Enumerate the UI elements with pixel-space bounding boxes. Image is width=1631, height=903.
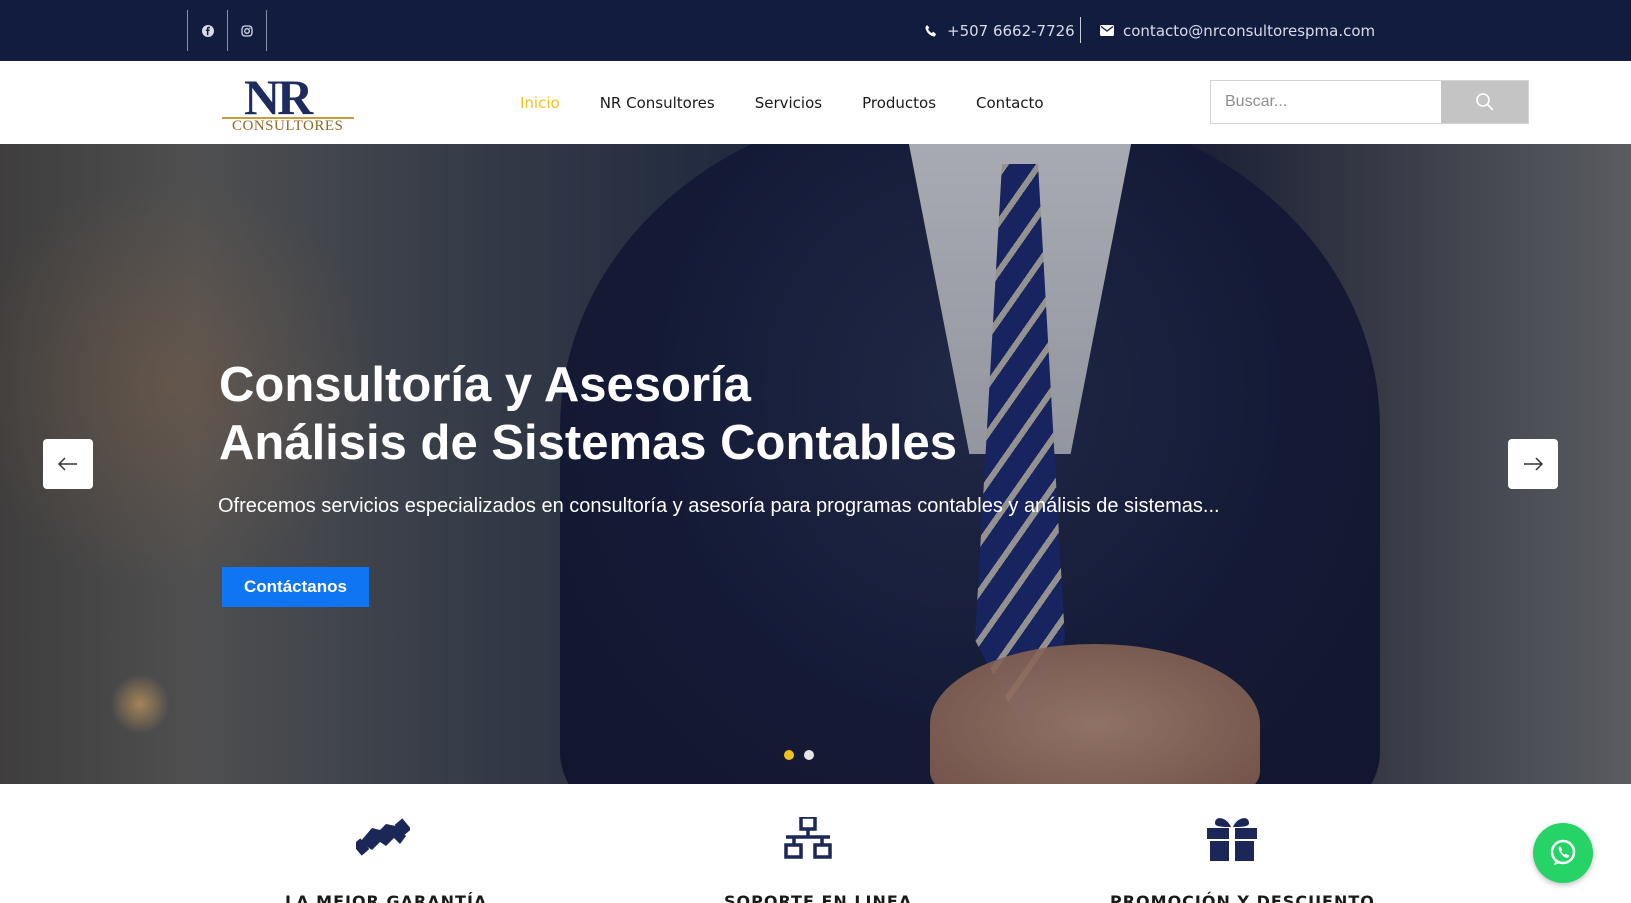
slider-pagination: [784, 750, 824, 760]
slider-next-button[interactable]: [1508, 439, 1558, 489]
facebook-link[interactable]: [187, 10, 227, 51]
network-icon: [778, 812, 838, 864]
search-form: [1210, 80, 1529, 124]
gift-icon: [1202, 812, 1262, 864]
hero-subtitle: Ofrecemos servicios especializados en co…: [218, 495, 1220, 517]
arrow-left-icon: [58, 457, 77, 471]
feature-title-garantia: LA MEJOR GARANTÍA: [285, 892, 488, 903]
handshake-icon: [353, 812, 413, 864]
hero-title: Consultoría y Asesoría Análisis de Siste…: [219, 356, 957, 472]
phone-icon: [924, 24, 938, 38]
envelope-icon: [1100, 25, 1114, 36]
contact-divider: [1080, 17, 1081, 43]
email-contact[interactable]: contacto@nrconsultorespma.com: [1100, 0, 1375, 61]
feature-title-soporte: SOPORTE EN LINEA: [724, 892, 913, 903]
facebook-icon: [201, 24, 214, 37]
logo-main-text: NR: [244, 69, 313, 125]
search-icon: [1475, 93, 1494, 111]
main-nav: Inicio NR Consultores Servicios Producto…: [520, 61, 1084, 144]
nav-item-contacto[interactable]: Contacto: [976, 94, 1044, 112]
slider-dot-2[interactable]: [804, 750, 814, 760]
phone-number: +507 6662-7726: [947, 21, 1075, 40]
whatsapp-button[interactable]: [1533, 823, 1593, 883]
logo[interactable]: NR CONSULTORES: [222, 72, 354, 134]
feature-title-promocion: PROMOCIÓN Y DESCUENTO: [1110, 892, 1375, 903]
search-button[interactable]: [1441, 81, 1528, 123]
contact-button[interactable]: Contáctanos: [222, 567, 369, 607]
top-bar: +507 6662-7726 contacto@nrconsultorespma…: [0, 0, 1631, 61]
email-address: contacto@nrconsultorespma.com: [1123, 21, 1376, 40]
hero-title-line2: Análisis de Sistemas Contables: [219, 416, 957, 470]
whatsapp-icon: [1550, 839, 1576, 865]
slider-dot-1[interactable]: [784, 750, 794, 760]
nav-item-servicios[interactable]: Servicios: [755, 94, 822, 112]
nav-item-nr-consultores[interactable]: NR Consultores: [600, 94, 715, 112]
phone-contact[interactable]: +507 6662-7726: [924, 0, 1075, 61]
instagram-link[interactable]: [227, 10, 267, 51]
nav-item-productos[interactable]: Productos: [862, 94, 936, 112]
hero-slider: Consultoría y Asesoría Análisis de Siste…: [0, 144, 1631, 784]
instagram-icon: [241, 24, 253, 37]
search-input[interactable]: [1211, 81, 1442, 123]
main-header: NR CONSULTORES Inicio NR Consultores Ser…: [0, 61, 1631, 144]
hero-title-line1: Consultoría y Asesoría: [219, 358, 751, 412]
slider-prev-button[interactable]: [43, 439, 93, 489]
arrow-right-icon: [1524, 457, 1543, 471]
logo-subtext: CONSULTORES: [232, 118, 344, 134]
nav-item-inicio[interactable]: Inicio: [520, 94, 560, 112]
